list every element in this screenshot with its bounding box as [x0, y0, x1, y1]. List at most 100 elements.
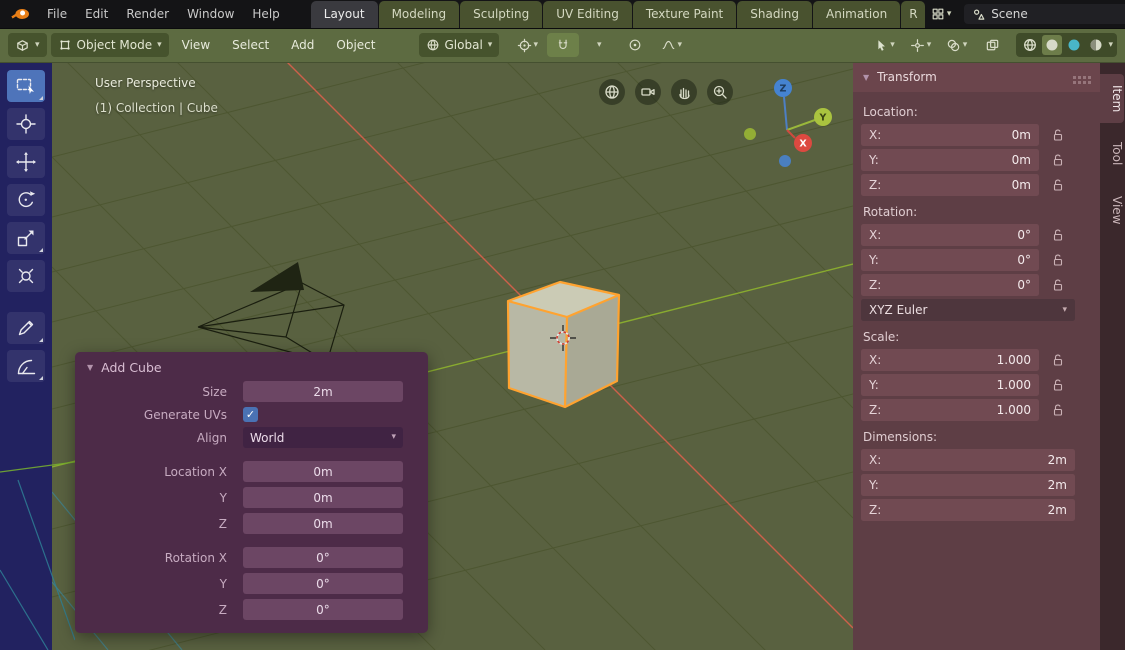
lock-location-y-button[interactable]: [1049, 151, 1067, 169]
camera-view-button[interactable]: [635, 79, 661, 105]
location-y-field[interactable]: 0m: [243, 487, 403, 508]
tool-rotate[interactable]: [7, 184, 45, 216]
menu-view[interactable]: View: [173, 28, 219, 62]
add-cube-title: Add Cube: [101, 360, 161, 375]
navigation-gizmo[interactable]: Z Y X: [744, 79, 832, 167]
rotation-x-field[interactable]: 0°: [243, 547, 403, 568]
location-z-field[interactable]: 0m: [243, 513, 403, 534]
sidebar-tab-view[interactable]: View: [1100, 185, 1124, 235]
size-field[interactable]: 2m: [243, 381, 403, 402]
mode-selector[interactable]: Object Mode ▾: [51, 33, 169, 57]
xray-toggle[interactable]: [976, 33, 1008, 57]
menu-object[interactable]: Object: [327, 28, 384, 62]
sidebar-tab-item[interactable]: Item: [1100, 74, 1124, 123]
blender-logo-icon[interactable]: [0, 7, 38, 21]
add-cube-panel-header[interactable]: ▼ Add Cube: [75, 352, 428, 381]
menu-help[interactable]: Help: [243, 0, 288, 28]
tab-sculpting[interactable]: Sculpting: [460, 1, 542, 28]
gizmo-neg-z-dot[interactable]: [779, 155, 791, 167]
lock-location-z-button[interactable]: [1049, 176, 1067, 194]
scene-selector[interactable]: Scene: [964, 4, 1125, 24]
rotation-z-field[interactable]: Z: 0°: [861, 274, 1039, 296]
tab-modeling[interactable]: Modeling: [379, 1, 460, 28]
dimensions-z-field[interactable]: Z: 2m: [861, 499, 1075, 521]
scale-x-field[interactable]: X: 1.000: [861, 349, 1039, 371]
shading-material-button[interactable]: [1064, 35, 1084, 55]
tool-annotate[interactable]: [7, 312, 45, 344]
location-x-field[interactable]: X: 0m: [861, 124, 1039, 146]
browse-scene-button[interactable]: ▾: [925, 2, 957, 26]
sidebar-tab-tool[interactable]: Tool: [1100, 131, 1124, 176]
zoom-view-button[interactable]: [707, 79, 733, 105]
orthographic-toggle-button[interactable]: [599, 79, 625, 105]
shading-solid-button[interactable]: [1042, 35, 1062, 55]
tab-uv-editing[interactable]: UV Editing: [543, 1, 632, 28]
axis-label: Y:: [869, 153, 879, 167]
lock-rotation-x-button[interactable]: [1049, 226, 1067, 244]
viewport-editor-icon: [15, 38, 30, 53]
rotation-z-field[interactable]: 0°: [243, 599, 403, 620]
dimensions-y-field[interactable]: Y: 2m: [861, 474, 1075, 496]
dimensions-x-field[interactable]: X: 2m: [861, 449, 1075, 471]
lock-rotation-y-button[interactable]: [1049, 251, 1067, 269]
menu-select[interactable]: Select: [223, 28, 278, 62]
object-mode-icon: [58, 38, 72, 52]
menu-window[interactable]: Window: [178, 0, 243, 28]
snap-settings-button[interactable]: ▾: [583, 33, 615, 57]
tool-move[interactable]: [7, 146, 45, 178]
shading-rendered-button[interactable]: [1086, 35, 1106, 55]
gizmo-z-label: Z: [780, 84, 787, 95]
gizmo-neg-y-dot[interactable]: [744, 128, 756, 140]
scale-z-field[interactable]: Z: 1.000: [861, 399, 1039, 421]
tab-rendering-truncated[interactable]: R: [901, 1, 925, 28]
rotation-y-field[interactable]: Y: 0°: [861, 249, 1039, 271]
align-dropdown[interactable]: World ▾: [243, 427, 403, 448]
tab-texture-paint[interactable]: Texture Paint: [633, 1, 736, 28]
menu-edit[interactable]: Edit: [76, 0, 117, 28]
snap-toggle[interactable]: [547, 33, 579, 57]
location-y-label: Y: [75, 491, 243, 505]
proportional-falloff-button[interactable]: ▾: [655, 33, 687, 57]
menu-render[interactable]: Render: [117, 0, 178, 28]
tab-layout[interactable]: Layout: [311, 1, 378, 28]
rotation-x-field[interactable]: X: 0°: [861, 224, 1039, 246]
rotation-mode-dropdown[interactable]: XYZ Euler ▾: [861, 299, 1075, 321]
lock-scale-z-button[interactable]: [1049, 401, 1067, 419]
lock-scale-x-button[interactable]: [1049, 351, 1067, 369]
chevron-down-icon: ▾: [890, 41, 895, 50]
tab-shading[interactable]: Shading: [737, 1, 812, 28]
tool-transform[interactable]: [7, 260, 45, 292]
location-x-field[interactable]: 0m: [243, 461, 403, 482]
unlock-icon: [1052, 354, 1064, 367]
scale-y-field[interactable]: Y: 1.000: [861, 374, 1039, 396]
editor-type-button[interactable]: ▾: [8, 33, 47, 57]
tool-cursor[interactable]: [7, 108, 45, 140]
lock-location-x-button[interactable]: [1049, 126, 1067, 144]
panel-grip-icon[interactable]: [1073, 76, 1076, 79]
show-object-types-button[interactable]: ▾: [868, 33, 900, 57]
tool-measure[interactable]: [7, 350, 45, 382]
generate-uvs-checkbox[interactable]: ✓: [243, 407, 258, 422]
proportional-edit-toggle[interactable]: [619, 33, 651, 57]
lock-scale-y-button[interactable]: [1049, 376, 1067, 394]
transform-orientation-selector[interactable]: Global ▾: [419, 33, 500, 57]
gizmos-button[interactable]: ▾: [904, 33, 936, 57]
sidebar-panel: ▼ Transform Location: X: 0m: [853, 62, 1100, 650]
check-icon: ✓: [246, 408, 255, 421]
transform-panel-header[interactable]: ▼ Transform: [853, 62, 1100, 92]
tab-animation[interactable]: Animation: [813, 1, 900, 28]
shading-wireframe-button[interactable]: [1020, 35, 1040, 55]
rotation-y-field[interactable]: 0°: [243, 573, 403, 594]
tool-select-box[interactable]: [7, 70, 45, 102]
tool-scale[interactable]: [7, 222, 45, 254]
pan-view-button[interactable]: [671, 79, 697, 105]
location-section-label: Location:: [863, 105, 1090, 119]
location-y-field[interactable]: Y: 0m: [861, 149, 1039, 171]
menu-file[interactable]: File: [38, 0, 76, 28]
add-cube-panel: ▼ Add Cube Size 2m Generate UVs ✓ Align …: [75, 352, 428, 633]
overlays-button[interactable]: ▾: [940, 33, 972, 57]
location-z-field[interactable]: Z: 0m: [861, 174, 1039, 196]
menu-add[interactable]: Add: [282, 28, 323, 62]
pivot-point-button[interactable]: ▾: [511, 33, 543, 57]
lock-rotation-z-button[interactable]: [1049, 276, 1067, 294]
